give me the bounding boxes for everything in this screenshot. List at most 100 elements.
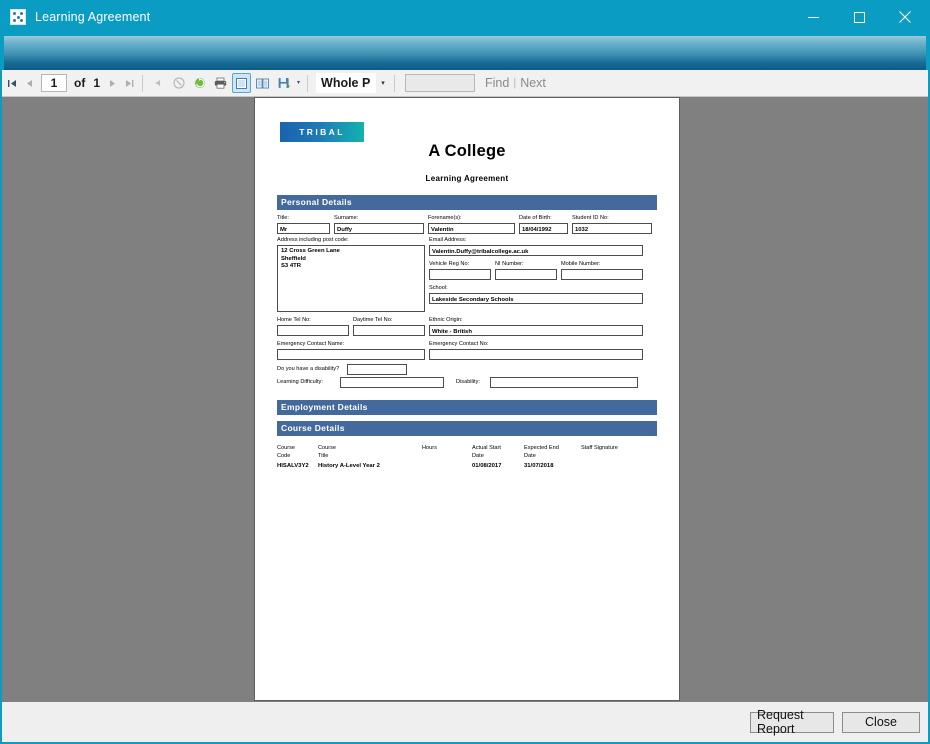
- vehicle-fields-row: [429, 269, 643, 280]
- toolbar-separator-2: [307, 75, 308, 92]
- window-footer: Request Report Close: [2, 702, 928, 742]
- learning-agreement-window: Learning Agreement: [0, 0, 930, 744]
- email-field[interactable]: Valentin.Duffy@tribalcollege.ac.uk: [429, 245, 643, 256]
- vehicle-reg-field[interactable]: [429, 269, 491, 280]
- page-layout-icon: [236, 78, 247, 89]
- find-next-button[interactable]: Next: [516, 76, 550, 90]
- emergency-labels-row: Emergency Contact Name: Emergency Contac…: [277, 340, 657, 349]
- course-table-header: Course Code Course Title Hours Actual St…: [277, 445, 657, 460]
- print-button[interactable]: [211, 73, 230, 93]
- course-title-header: Course Title: [318, 445, 422, 460]
- school-field[interactable]: Lakeside Secondary Schools: [429, 293, 643, 304]
- mobile-number-label: Mobile Number:: [561, 261, 600, 267]
- table-row: HISALV3Y2 History A-Level Year 2 01/08/2…: [277, 463, 657, 471]
- tel-ethnic-fields-row: White - British: [277, 325, 657, 336]
- total-pages-label: 1: [89, 76, 104, 90]
- document-subtitle: Learning Agreement: [277, 174, 657, 183]
- page-of-label: of: [70, 76, 89, 90]
- report-page: TRIBAL A College Learning Agreement Pers…: [254, 97, 680, 701]
- email-and-vehicle-column: Valentin.Duffy@tribalcollege.ac.uk Vehic…: [429, 245, 643, 312]
- two-page-icon: [256, 78, 269, 89]
- stop-button[interactable]: [169, 73, 188, 93]
- emergency-contact-name-label: Emergency Contact Name:: [277, 341, 344, 347]
- disability-field[interactable]: [490, 377, 638, 388]
- emergency-contact-no-label: Emergency Contact No:: [429, 341, 488, 347]
- learning-difficulty-label: Learning Difficulty:: [277, 379, 323, 385]
- forename-field[interactable]: Valentin: [428, 223, 515, 234]
- date-of-birth-field[interactable]: 18/04/1992: [519, 223, 568, 234]
- title-label: Title:: [277, 215, 289, 221]
- course-staff-signature-header: Staff Signature: [581, 445, 651, 460]
- personal-name-fields-row: Mr Duffy Valentin 18/04/1992 1032: [277, 223, 657, 234]
- find-input[interactable]: [405, 74, 475, 92]
- home-tel-label: Home Tel No:: [277, 317, 311, 323]
- find-button[interactable]: Find: [481, 76, 513, 90]
- emergency-fields-row: [277, 349, 657, 360]
- export-button[interactable]: [274, 73, 293, 93]
- mobile-number-field[interactable]: [561, 269, 643, 280]
- close-button[interactable]: [882, 2, 928, 32]
- ethnic-origin-field[interactable]: White - British: [429, 325, 643, 336]
- title-field[interactable]: Mr: [277, 223, 330, 234]
- ethnic-origin-label: Ethnic Origin:: [429, 317, 463, 323]
- minimize-icon: [808, 12, 819, 23]
- page-number-input[interactable]: 1: [41, 74, 67, 92]
- surname-field[interactable]: Duffy: [334, 223, 424, 234]
- address-email-block-row: 12 Cross Green Lane Sheffield S3 4TR Val…: [277, 245, 657, 312]
- course-title-cell: History A-Level Year 2: [318, 463, 422, 471]
- address-email-labels-row: Address including post code: Email Addre…: [277, 236, 657, 245]
- student-id-label: Student ID No:: [572, 215, 609, 221]
- vehicle-labels-row: Vehicle Reg No: NI Number: Mobile Number…: [429, 260, 643, 269]
- first-page-button[interactable]: [4, 73, 21, 93]
- ni-number-field[interactable]: [495, 269, 557, 280]
- close-window-button[interactable]: Close: [842, 712, 920, 733]
- back-arrow-icon: [153, 78, 163, 88]
- course-expected-end-cell: 31/07/2018: [524, 463, 581, 471]
- emergency-contact-name-field[interactable]: [277, 349, 425, 360]
- refresh-icon: [194, 77, 206, 89]
- address-field[interactable]: 12 Cross Green Lane Sheffield S3 4TR: [277, 245, 425, 312]
- section-header-course-details: Course Details: [277, 421, 657, 436]
- report-viewer-area[interactable]: TRIBAL A College Learning Agreement Pers…: [2, 97, 928, 702]
- window-title: Learning Agreement: [35, 10, 150, 24]
- school-label: School:: [429, 285, 448, 291]
- minimize-button[interactable]: [790, 2, 836, 32]
- last-page-button[interactable]: [121, 73, 138, 93]
- personal-name-labels-row: Title: Surname: Forename(s): Date of Bir…: [277, 214, 657, 223]
- ni-number-label: NI Number:: [495, 261, 524, 267]
- address-label: Address including post code:: [277, 237, 349, 243]
- header-banner-gradient: [4, 36, 926, 70]
- course-actual-start-header: Actual Start Date: [472, 445, 524, 460]
- learning-difficulty-field[interactable]: [340, 377, 444, 388]
- report-toolbar: 1 of 1: [2, 70, 928, 97]
- disability-label: Disability:: [456, 379, 480, 385]
- close-icon: [899, 11, 911, 23]
- course-staff-signature-cell: [581, 463, 651, 471]
- next-page-button[interactable]: [104, 73, 121, 93]
- page-layout-button[interactable]: [232, 73, 251, 93]
- previous-page-button[interactable]: [21, 73, 38, 93]
- stop-icon: [173, 77, 185, 89]
- vehicle-reg-label: Vehicle Reg No:: [429, 261, 469, 267]
- home-tel-field[interactable]: [277, 325, 349, 336]
- daytime-tel-field[interactable]: [353, 325, 425, 336]
- export-dropdown-arrow[interactable]: ▾: [294, 73, 303, 93]
- request-report-button[interactable]: Request Report: [750, 712, 834, 733]
- chevron-down-icon[interactable]: ▾: [376, 73, 390, 93]
- two-page-button[interactable]: [253, 73, 272, 93]
- previous-page-icon: [25, 79, 34, 88]
- window-titlebar: Learning Agreement: [2, 2, 928, 32]
- back-button[interactable]: [148, 73, 167, 93]
- student-id-field[interactable]: 1032: [572, 223, 652, 234]
- surname-label: Surname:: [334, 215, 358, 221]
- refresh-button[interactable]: [190, 73, 209, 93]
- maximize-button[interactable]: [836, 2, 882, 32]
- disability-question-field[interactable]: [347, 364, 407, 375]
- last-page-icon: [125, 79, 134, 88]
- emergency-contact-no-field[interactable]: [429, 349, 643, 360]
- toolbar-separator-3: [394, 75, 395, 92]
- window-controls: [790, 2, 928, 32]
- app-grid-icon: [10, 9, 26, 25]
- first-page-icon: [8, 79, 17, 88]
- zoom-select[interactable]: Whole P: [316, 73, 376, 93]
